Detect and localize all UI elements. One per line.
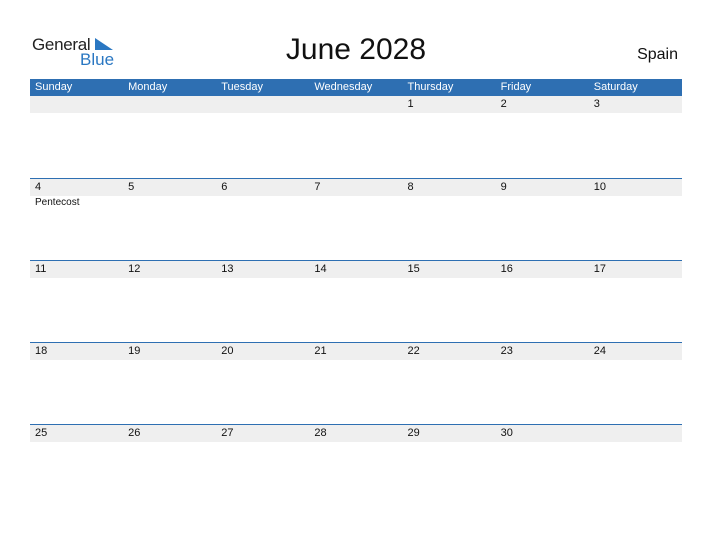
- day-number: 2: [500, 98, 507, 110]
- weekday-tuesday: Tuesday: [221, 81, 264, 93]
- day-number: 11: [35, 263, 47, 275]
- day-number: 17: [593, 263, 606, 275]
- day-number: 6: [221, 181, 228, 193]
- country-label: Spain: [637, 46, 678, 63]
- day-number: 4: [35, 181, 42, 193]
- day-number: 13: [221, 263, 234, 275]
- weekday-monday: Monday: [128, 81, 168, 93]
- week-row: 4 5 6 7 8 9 10 Pentecost: [30, 178, 682, 260]
- date-strip: 11 12 13 14 15 16 17: [30, 261, 682, 278]
- week-row: 11 12 13 14 15 16 17: [30, 260, 682, 342]
- day-number: 27: [221, 427, 234, 439]
- holiday-label: [403, 196, 496, 209]
- day-number: 18: [35, 345, 48, 357]
- day-number: 8: [407, 181, 414, 193]
- events-row: Pentecost: [30, 196, 682, 209]
- holiday-label: [589, 196, 682, 209]
- day-number: [309, 96, 402, 113]
- day-number: 15: [407, 263, 420, 275]
- weeks-container: 1 2 3 4 5 6 7 8 9 10 Pentecost 11 12 13 14 15 16 17 18 19 20…: [30, 96, 682, 506]
- day-number: 19: [128, 345, 141, 357]
- day-number: 22: [407, 345, 420, 357]
- day-number: 9: [500, 181, 507, 193]
- day-number: 25: [35, 427, 48, 439]
- week-row: 1 2 3: [30, 96, 682, 178]
- weekday-header: Sunday Monday Tuesday Wednesday Thursday…: [30, 79, 682, 96]
- day-number: 10: [593, 181, 606, 193]
- day-number: 24: [593, 345, 606, 357]
- day-number: [216, 96, 309, 113]
- day-number: 23: [500, 345, 513, 357]
- day-number: 30: [500, 427, 513, 439]
- holiday-label: [216, 196, 309, 209]
- holiday-label: [123, 196, 216, 209]
- holiday-label: Pentecost: [35, 197, 80, 208]
- day-number: 29: [407, 427, 420, 439]
- day-number: 16: [500, 263, 513, 275]
- date-strip: 25 26 27 28 29 30: [30, 425, 682, 442]
- weekday-wednesday: Wednesday: [314, 81, 373, 93]
- day-number: 21: [314, 345, 327, 357]
- day-number: 14: [314, 263, 327, 275]
- weekday-saturday: Saturday: [593, 81, 638, 93]
- day-number: 26: [128, 427, 141, 439]
- day-number: 20: [221, 345, 234, 357]
- day-number: 7: [314, 181, 321, 193]
- week-row: 18 19 20 21 22 23 24: [30, 342, 682, 424]
- calendar-title: June 2028: [285, 33, 427, 66]
- day-number: 1: [407, 98, 414, 110]
- date-strip: 18 19 20 21 22 23 24: [30, 343, 682, 360]
- day-number: 3: [593, 98, 600, 110]
- day-number: 5: [128, 181, 135, 193]
- holiday-label: [309, 196, 402, 209]
- weekday-thursday: Thursday: [407, 81, 454, 93]
- day-number: [589, 425, 682, 442]
- day-number: [123, 96, 216, 113]
- calendar-grid: Sunday Monday Tuesday Wednesday Thursday…: [30, 79, 682, 506]
- date-strip: 1 2 3: [30, 96, 682, 113]
- weekday-sunday: Sunday: [35, 81, 73, 93]
- day-number: [30, 96, 123, 113]
- weekday-friday: Friday: [500, 81, 532, 93]
- holiday-label: [496, 196, 589, 209]
- date-strip: 4 5 6 7 8 9 10: [30, 179, 682, 196]
- day-number: 12: [128, 263, 141, 275]
- day-number: 28: [314, 427, 327, 439]
- week-row: 25 26 27 28 29 30: [30, 424, 682, 506]
